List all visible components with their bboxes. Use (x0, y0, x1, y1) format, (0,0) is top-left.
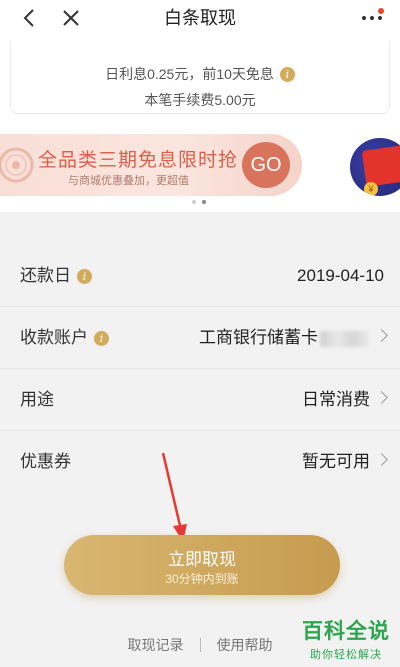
more-button[interactable] (354, 0, 390, 36)
banner-go-button[interactable]: GO (242, 142, 290, 188)
withdraw-form: 还款日 i 2019-04-10 收款账户 i 工商银行储蓄卡 用途 日常消费 … (0, 245, 400, 493)
info-icon[interactable]: i (94, 330, 109, 346)
annotation-arrow-icon (161, 452, 187, 542)
chevron-right-icon (375, 391, 388, 404)
account-label: 收款账户 (20, 328, 88, 347)
interest-rate-text: 日利息0.25元，前10天免息 (105, 66, 274, 82)
promo-banner[interactable]: 全品类三期免息限时抢 与商城优惠叠加，更超值 GO (0, 134, 302, 196)
coupon-row[interactable]: 优惠券 暂无可用 (0, 431, 400, 493)
red-packet-icon (361, 145, 400, 187)
banner-pager (192, 200, 206, 204)
withdraw-now-label: 立即取现 (168, 550, 236, 569)
coin-icon: ¥ (364, 182, 378, 196)
watermark-logo: 百科全说 助你轻松解决 (296, 615, 396, 665)
link-divider (199, 638, 201, 652)
notification-dot (378, 8, 384, 14)
repayment-date-label-group: 还款日 i (20, 245, 92, 307)
red-packet-banner[interactable]: ¥ (350, 138, 400, 196)
account-value: 工商银行储蓄卡 (199, 328, 318, 347)
purpose-label: 用途 (20, 390, 54, 409)
interest-section: 日利息0.25元，前10天免息 i 本笔手续费5.00元 (0, 36, 400, 120)
account-row[interactable]: 收款账户 i 工商银行储蓄卡 (0, 307, 400, 369)
help-link[interactable]: 使用帮助 (217, 635, 273, 655)
masked-card-number (320, 330, 370, 347)
more-dots-icon (362, 16, 382, 20)
promo-banner-section: 全品类三期免息限时抢 与商城优惠叠加，更超值 GO ¥ (0, 120, 400, 212)
interest-rate-row: 日利息0.25元，前10天免息 i (11, 64, 389, 84)
coupon-label: 优惠券 (20, 452, 71, 471)
fee-text: 本笔手续费5.00元 (144, 92, 256, 108)
watermark-subtitle: 助你轻松解决 (310, 649, 382, 661)
pager-dot-active (202, 200, 206, 204)
repayment-date-label: 还款日 (20, 266, 71, 285)
purpose-row[interactable]: 用途 日常消费 (0, 369, 400, 431)
account-value-group: 工商银行储蓄卡 (199, 307, 370, 369)
arrival-time-label: 30分钟内到账 (165, 572, 239, 586)
coupon-value: 暂无可用 (302, 452, 370, 471)
info-icon[interactable]: i (279, 66, 295, 82)
purpose-value: 日常消费 (302, 390, 370, 409)
withdraw-history-link[interactable]: 取现记录 (128, 635, 184, 655)
chevron-right-icon (375, 329, 388, 342)
banner-subtitle: 与商城优惠叠加，更超值 (68, 175, 189, 187)
repayment-date-row: 还款日 i 2019-04-10 (0, 245, 400, 307)
banner-title: 全品类三期免息限时抢 (38, 150, 239, 171)
repayment-date-value: 2019-04-10 (297, 266, 384, 285)
withdraw-now-button[interactable]: 立即取现 30分钟内到账 (64, 535, 340, 595)
info-icon[interactable]: i (77, 268, 92, 284)
chevron-right-icon (375, 453, 388, 466)
account-label-group: 收款账户 i (20, 307, 109, 369)
watermark-title: 百科全说 (302, 620, 390, 643)
pager-dot (192, 200, 196, 204)
page-title: 白条取现 (164, 8, 236, 28)
top-nav-bar: 白条取现 (0, 0, 400, 36)
interest-card: 日利息0.25元，前10天免息 i 本笔手续费5.00元 (10, 42, 390, 114)
